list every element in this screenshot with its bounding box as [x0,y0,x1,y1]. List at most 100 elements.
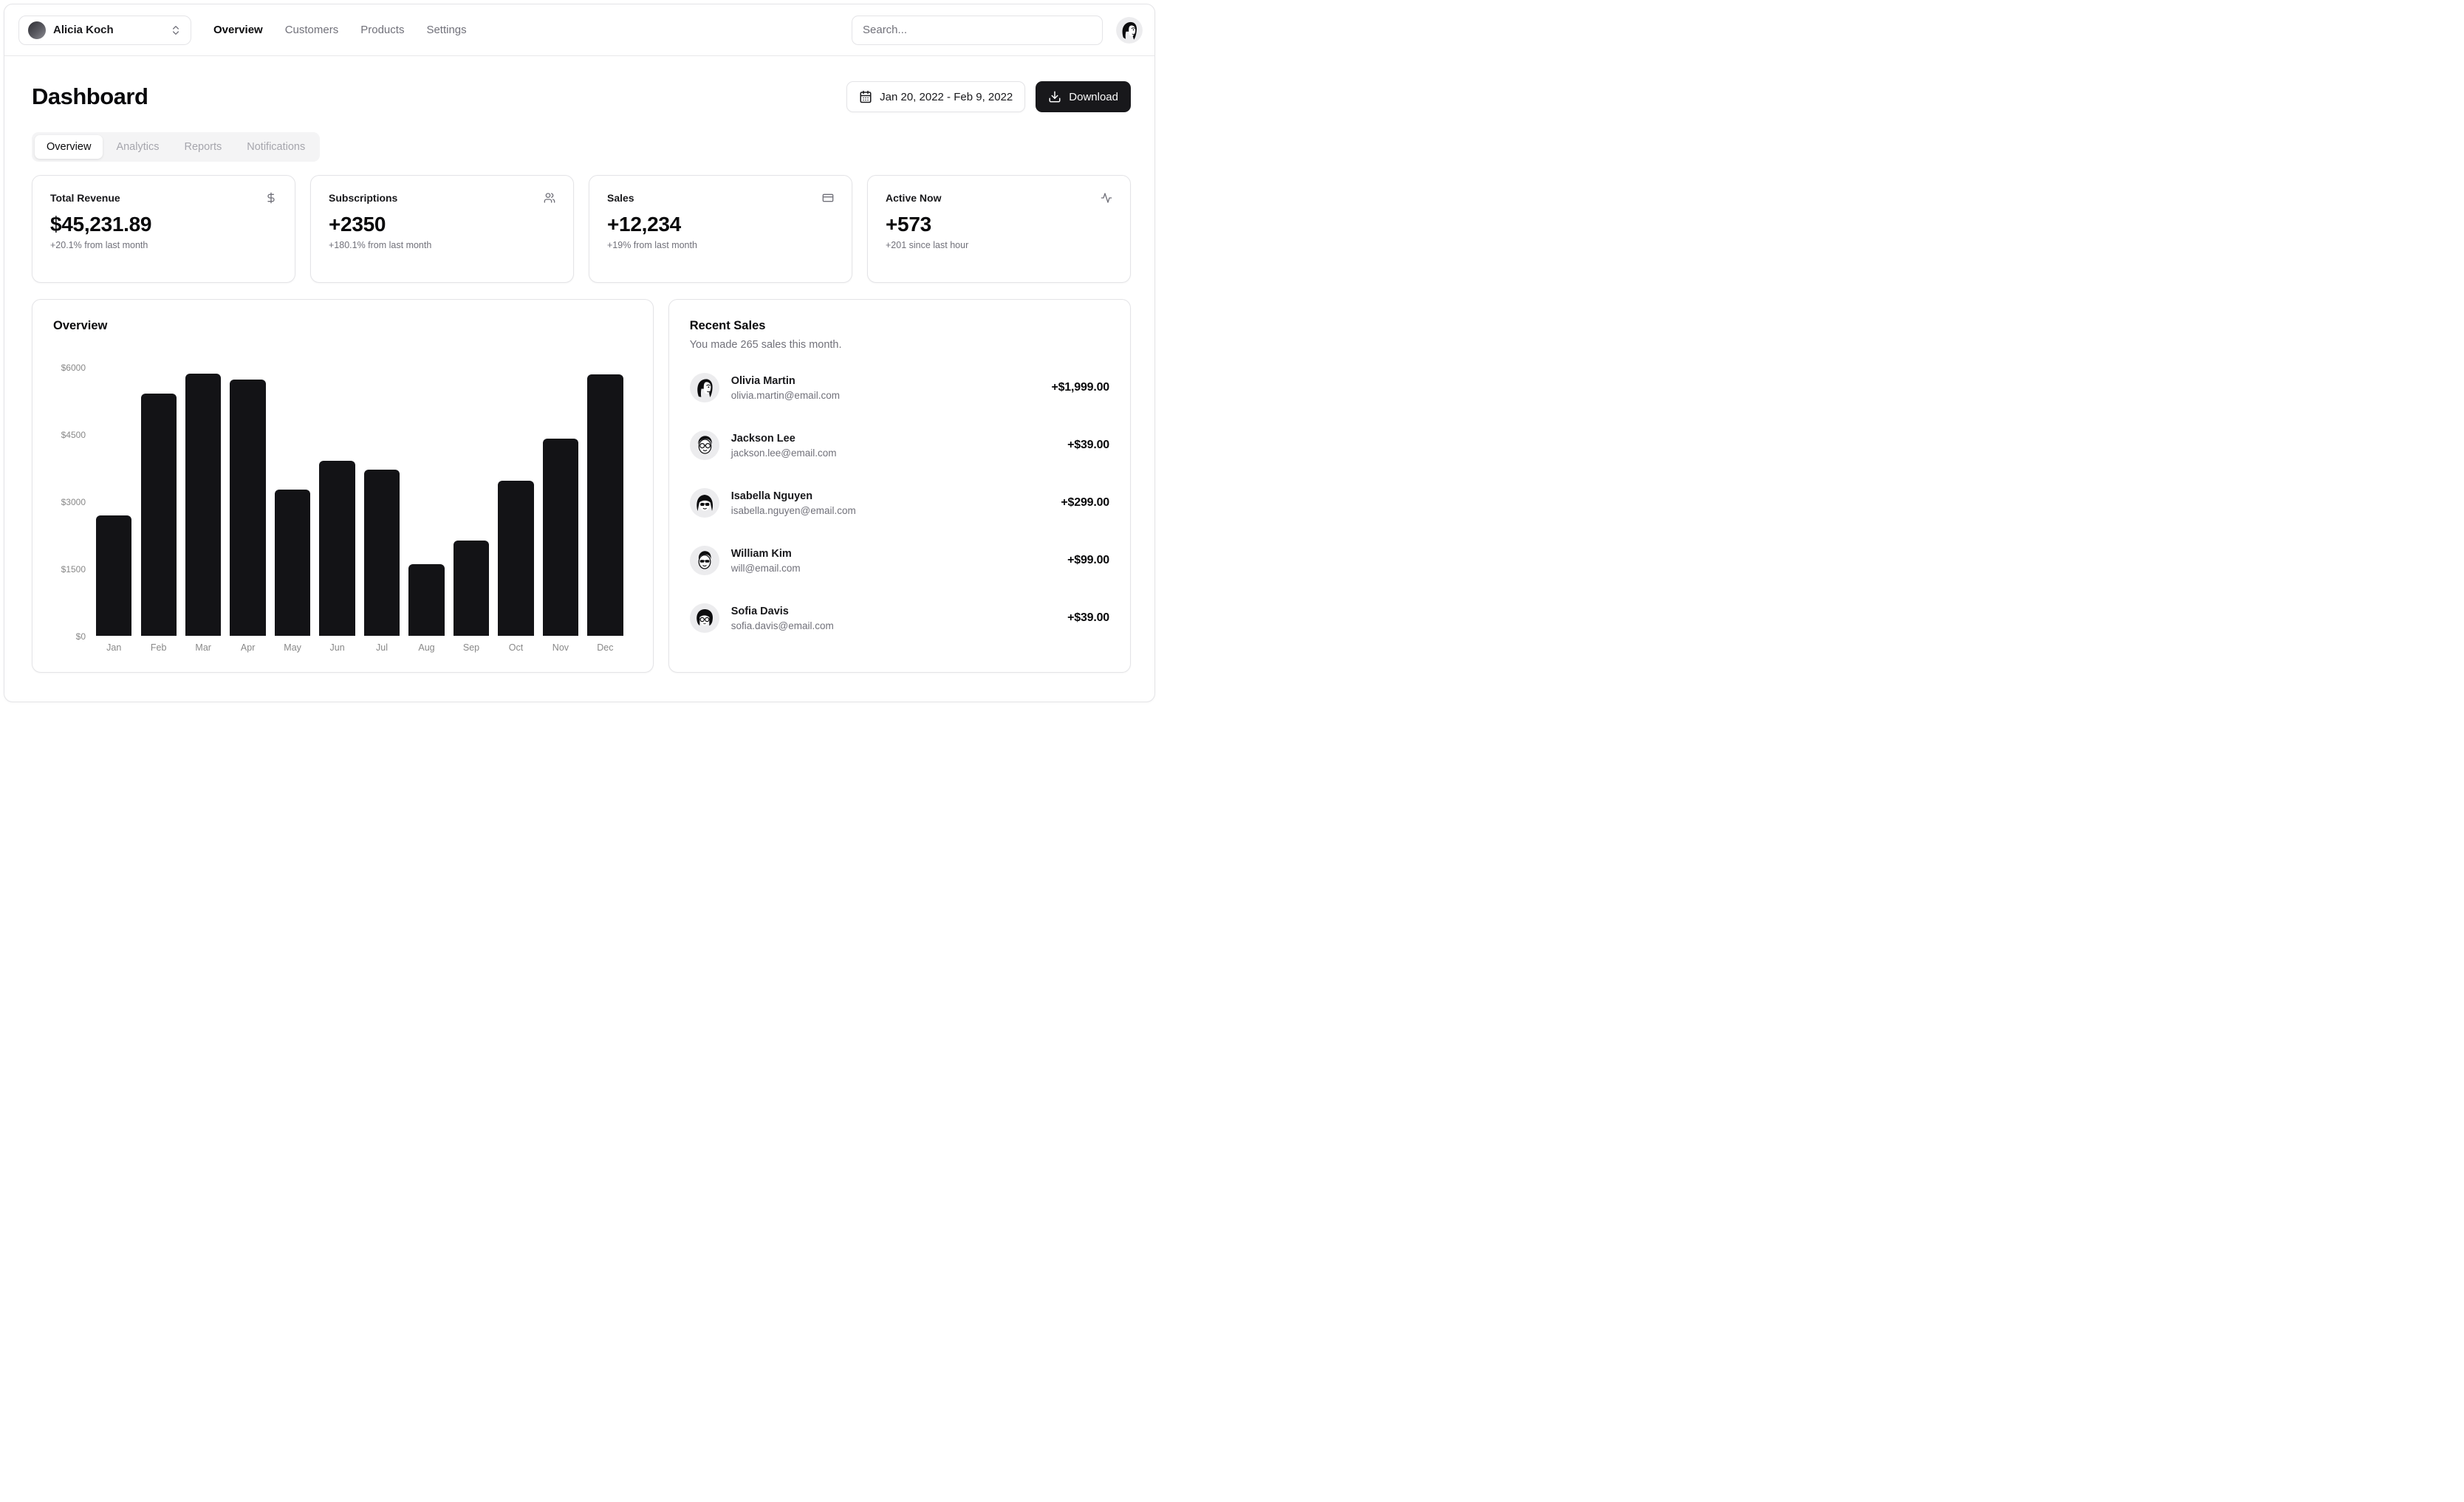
avatar-sofia-davis [690,603,719,633]
x-tick-apr: Apr [225,642,270,653]
nav-item-customers[interactable]: Customers [285,24,339,36]
y-tick-3000: $3000 [61,497,86,507]
sale-row-jackson-lee: Jackson Lee jackson.lee@email.com +$39.0… [690,431,1109,460]
chart-title: Overview [53,319,632,333]
x-tick-jan: Jan [92,642,136,653]
sale-amount: +$39.00 [1067,439,1109,452]
x-tick-mar: Mar [181,642,225,653]
team-name: Alicia Koch [53,24,162,36]
user-avatar [1116,17,1143,44]
chart-y-axis: $0$1500$3000$4500$6000 [53,367,92,636]
y-tick-1500: $1500 [61,564,86,575]
y-tick-6000: $6000 [61,363,86,373]
stat-title: Total Revenue [50,192,120,204]
page-title: Dashboard [32,83,148,110]
calendar-icon [859,90,872,103]
bar-feb [136,367,180,636]
nav-item-settings[interactable]: Settings [426,24,466,36]
sale-amount: +$1,999.00 [1051,381,1109,394]
stat-change: +19% from last month [607,240,834,250]
sale-name: William Kim [731,548,801,560]
stats-row: Total Revenue $45,231.89 +20.1% from las… [32,175,1131,283]
recent-sales-title: Recent Sales [690,319,1109,333]
bar-jun [315,367,359,636]
download-label: Download [1069,91,1118,103]
search-input[interactable] [852,16,1103,45]
avatar-olivia-martin [690,373,719,402]
stat-value: +573 [886,213,1112,236]
recent-sales-list: Olivia Martin olivia.martin@email.com +$… [690,373,1109,633]
tab-analytics[interactable]: Analytics [104,135,171,159]
x-tick-jun: Jun [315,642,359,653]
sale-row-olivia-martin: Olivia Martin olivia.martin@email.com +$… [690,373,1109,402]
x-tick-oct: Oct [493,642,538,653]
bar-dec [583,367,627,636]
sale-row-william-kim: William Kim will@email.com +$99.00 [690,546,1109,575]
sale-email: jackson.lee@email.com [731,447,837,459]
recent-sales-card: Recent Sales You made 265 sales this mon… [668,299,1131,673]
y-tick-0: $0 [76,631,86,642]
credit-card-icon [822,192,834,204]
stat-change: +180.1% from last month [329,240,555,250]
sale-row-sofia-davis: Sofia Davis sofia.davis@email.com +$39.0… [690,603,1109,633]
stat-value: +2350 [329,213,555,236]
bar-jul [360,367,404,636]
sale-name: Isabella Nguyen [731,490,856,502]
activity-icon [1101,192,1112,204]
stat-value: +12,234 [607,213,834,236]
date-range-picker[interactable]: Jan 20, 2022 - Feb 9, 2022 [846,81,1025,112]
topbar-right [852,16,1143,45]
y-tick-4500: $4500 [61,430,86,440]
recent-sales-subtitle: You made 265 sales this month. [690,339,1109,351]
download-icon [1048,90,1061,103]
date-range-label: Jan 20, 2022 - Feb 9, 2022 [880,91,1013,103]
bar-may [270,367,315,636]
overview-bar-chart: $0$1500$3000$4500$6000 JanFebMarAprMayJu… [53,367,632,653]
bar-nov [538,367,583,636]
users-icon [544,192,555,204]
sale-row-isabella-nguyen: Isabella Nguyen isabella.nguyen@email.co… [690,488,1109,518]
stat-title: Sales [607,192,634,204]
sale-amount: +$299.00 [1061,496,1109,510]
team-avatar [28,21,46,39]
bar-apr [225,367,270,636]
x-tick-feb: Feb [136,642,180,653]
main-row: Overview $0$1500$3000$4500$6000 JanFebMa… [32,299,1131,673]
top-bar: Alicia Koch Overview Customers Products … [4,4,1154,56]
bar-aug [404,367,448,636]
tab-notifications[interactable]: Notifications [235,135,317,159]
sale-name: Jackson Lee [731,433,837,445]
nav-item-products[interactable]: Products [360,24,404,36]
page-header: Dashboard Jan 20, 2022 - Feb 9, 2022 Dow… [32,81,1131,112]
stat-value: $45,231.89 [50,213,277,236]
chevrons-up-down-icon [170,24,182,36]
x-tick-may: May [270,642,315,653]
sale-email: isabella.nguyen@email.com [731,505,856,516]
nav-item-overview[interactable]: Overview [213,24,263,36]
user-menu-button[interactable] [1116,17,1143,44]
dashboard-content: Dashboard Jan 20, 2022 - Feb 9, 2022 Dow… [4,56,1154,673]
sale-email: olivia.martin@email.com [731,390,840,401]
header-actions: Jan 20, 2022 - Feb 9, 2022 Download [846,81,1131,112]
bar-oct [493,367,538,636]
stat-card-total-revenue: Total Revenue $45,231.89 +20.1% from las… [32,175,295,283]
main-nav: Overview Customers Products Settings [213,24,467,36]
download-button[interactable]: Download [1036,81,1131,112]
stat-title: Active Now [886,192,941,204]
x-tick-jul: Jul [360,642,404,653]
x-tick-dec: Dec [583,642,627,653]
stat-card-sales: Sales +12,234 +19% from last month [589,175,852,283]
team-switcher[interactable]: Alicia Koch [18,16,191,45]
avatar-jackson-lee [690,431,719,460]
sale-name: Olivia Martin [731,375,840,387]
dollar-sign-icon [265,192,277,204]
bar-sep [449,367,493,636]
tab-overview[interactable]: Overview [35,135,103,159]
x-tick-aug: Aug [404,642,448,653]
tab-reports[interactable]: Reports [172,135,233,159]
sale-email: sofia.davis@email.com [731,620,834,631]
app-window: Alicia Koch Overview Customers Products … [4,4,1155,702]
sale-amount: +$39.00 [1067,611,1109,625]
chart-x-axis: JanFebMarAprMayJunJulAugSepOctNovDec [92,642,628,653]
stat-card-subscriptions: Subscriptions +2350 +180.1% from last mo… [310,175,574,283]
